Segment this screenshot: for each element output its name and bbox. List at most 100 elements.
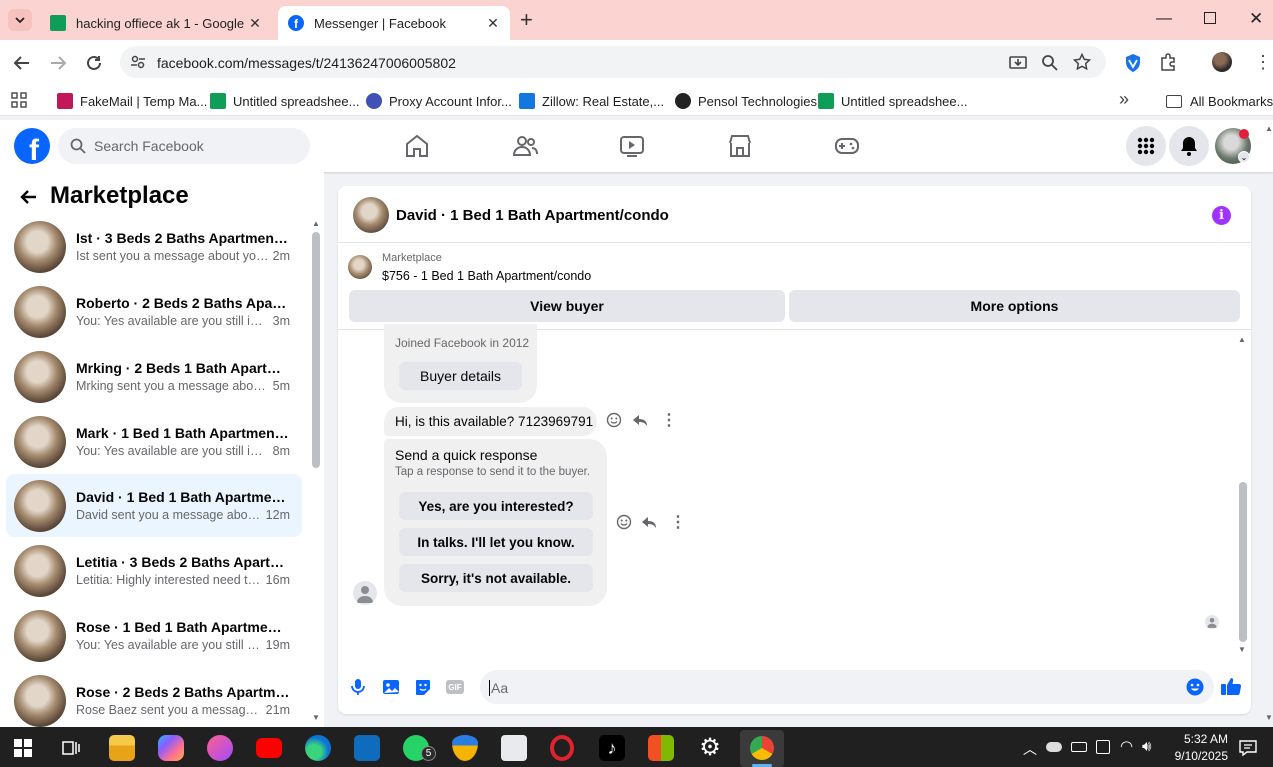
youtube-icon[interactable] [256, 738, 282, 758]
browser-menu-icon[interactable]: ⋮ [1254, 52, 1272, 72]
extensions-puzzle-icon[interactable] [1159, 53, 1177, 71]
wifi-icon[interactable]: ◠ [1120, 737, 1133, 755]
bookmark-item[interactable]: Pensol Technologies [675, 91, 817, 111]
facebook-logo[interactable]: f [14, 128, 50, 164]
back-icon[interactable] [13, 55, 31, 71]
photo-icon[interactable] [382, 678, 400, 696]
react-emoji-icon[interactable] [606, 412, 622, 428]
more-actions-icon[interactable]: ⋮ [670, 512, 686, 532]
listing-thumbnail[interactable] [348, 255, 372, 279]
zoom-icon[interactable] [1041, 54, 1059, 72]
all-bookmarks-button[interactable]: All Bookmarks [1166, 91, 1273, 111]
conversation-item[interactable]: Letitia · 3 Beds 2 Baths Apartme... Letit… [6, 539, 302, 602]
reply-icon[interactable] [641, 514, 657, 530]
page-scroll-down-arrow[interactable]: ▼ [1265, 713, 1273, 722]
more-bookmarks-button[interactable]: » [1119, 89, 1129, 110]
listing-title[interactable]: $756 - 1 Bed 1 Bath Apartment/condo [382, 269, 591, 283]
scroll-up-arrow[interactable]: ▲ [312, 219, 320, 228]
show-hidden-icons[interactable]: ︿ [1023, 739, 1037, 759]
account-chevron-icon[interactable]: ⌄ [1238, 151, 1250, 163]
settings-gear-icon[interactable]: ⚙ [697, 735, 723, 761]
info-button[interactable]: i [1212, 206, 1231, 225]
clock-date[interactable]: 9/10/2025 [1164, 749, 1228, 763]
forward-icon[interactable] [49, 55, 67, 71]
tab-search-button[interactable] [8, 9, 32, 31]
gaming-icon[interactable] [834, 133, 860, 159]
file-explorer-icon[interactable] [109, 735, 135, 761]
notifications-button[interactable] [1169, 126, 1209, 166]
profile-avatar[interactable] [1212, 52, 1232, 72]
more-actions-icon[interactable]: ⋮ [661, 410, 677, 430]
task-view-icon[interactable] [62, 739, 80, 757]
battery-icon[interactable] [1071, 742, 1087, 752]
clock-time[interactable]: 5:32 AM [1170, 732, 1228, 746]
new-tab-button[interactable]: + [520, 9, 533, 31]
apps-grid-icon[interactable] [11, 92, 27, 108]
back-arrow-icon[interactable] [19, 189, 37, 205]
browser-tab[interactable]: hacking offiece ak 1 - Google Sh ✕ [40, 6, 272, 40]
scroll-up-arrow[interactable]: ▲ [1238, 335, 1246, 344]
message-input[interactable] [480, 670, 1214, 704]
close-window-button[interactable]: ✕ [1249, 9, 1263, 29]
reply-icon[interactable] [632, 412, 648, 428]
like-thumbs-up-icon[interactable] [1220, 676, 1242, 696]
site-info-icon[interactable] [130, 54, 146, 70]
conversation-item[interactable]: Mark · 1 Bed 1 Bath Apartment/... You: Ye… [6, 410, 302, 473]
tiktok-icon[interactable]: ♪ [599, 735, 625, 761]
reload-icon[interactable] [85, 54, 103, 72]
react-emoji-icon[interactable] [616, 514, 632, 530]
bookmark-star-icon[interactable] [1073, 53, 1091, 71]
network-icon[interactable] [1096, 740, 1110, 754]
bookmark-item[interactable]: Untitled spreadshee... [818, 91, 967, 111]
url-text[interactable]: facebook.com/messages/t/2413624700600580… [157, 55, 456, 71]
install-app-icon[interactable] [1009, 54, 1027, 72]
more-options-button[interactable]: More options [789, 290, 1240, 322]
view-buyer-button[interactable]: View buyer [349, 290, 785, 322]
quick-response-button[interactable]: Yes, are you interested? [399, 492, 593, 520]
bookmark-item[interactable]: Untitled spreadshee... [210, 91, 359, 111]
conversation-item[interactable]: Rose · 1 Bed 1 Bath Apartment/c... You: Y… [6, 604, 302, 667]
chat-title[interactable]: David · 1 Bed 1 Bath Apartment/condo [396, 207, 669, 224]
chat-avatar[interactable] [353, 197, 389, 233]
volume-icon[interactable]: 🔊︎ [1142, 738, 1151, 755]
page-scroll-up-arrow[interactable]: ▲ [1265, 124, 1273, 133]
store-icon[interactable] [648, 735, 674, 761]
emoji-icon[interactable] [1186, 678, 1204, 696]
conversation-item[interactable]: Rose · 2 Beds 2 Baths Apartmen... Rose Ba… [6, 669, 302, 732]
microphone-icon[interactable] [350, 678, 366, 696]
friends-icon[interactable] [512, 133, 538, 159]
maximize-button[interactable] [1204, 12, 1216, 24]
sidebar-scrollbar[interactable] [312, 232, 320, 468]
minimize-button[interactable]: — [1156, 10, 1172, 28]
search-input[interactable]: Search Facebook [58, 128, 310, 164]
chat-scrollbar[interactable] [1239, 482, 1247, 642]
copilot-icon[interactable] [158, 735, 184, 761]
sticker-icon[interactable] [414, 678, 432, 696]
menu-button[interactable] [1126, 126, 1166, 166]
opera-icon[interactable] [550, 735, 574, 761]
shield-extension-icon[interactable] [1124, 53, 1142, 73]
scroll-down-arrow[interactable]: ▼ [1238, 645, 1246, 654]
bookmark-item[interactable]: Proxy Account Infor... [366, 91, 512, 111]
home-icon[interactable] [404, 133, 430, 159]
gif-button[interactable]: GIF [446, 680, 464, 694]
marketplace-icon[interactable] [727, 133, 753, 159]
conversation-item[interactable]: Ist · 3 Beds 2 Baths Apartment/c... Ist s… [6, 215, 302, 278]
notification-center-icon[interactable] [1239, 740, 1257, 756]
close-icon[interactable]: ✕ [486, 15, 500, 32]
buyer-details-button[interactable]: Buyer details [399, 362, 522, 390]
app-icon[interactable] [207, 735, 233, 761]
onedrive-icon[interactable] [1046, 742, 1062, 752]
browser-tab-active[interactable]: f Messenger | Facebook ✕ [278, 6, 510, 40]
conversation-item-selected[interactable]: David · 1 Bed 1 Bath Apartment/... David … [6, 474, 302, 537]
quick-response-button[interactable]: In talks. I'll let you know. [399, 528, 593, 556]
conversation-item[interactable]: Mrking · 2 Beds 1 Bath Apartme... Mrking … [6, 345, 302, 408]
outlook-icon[interactable] [354, 735, 380, 761]
quick-response-button[interactable]: Sorry, it's not available. [399, 564, 593, 592]
windows-start-icon[interactable] [14, 739, 32, 757]
scroll-down-arrow[interactable]: ▼ [312, 713, 320, 722]
bookmark-item[interactable]: FakeMail | Temp Ma... [57, 91, 207, 111]
app-icon[interactable] [501, 735, 527, 761]
edge-icon[interactable] [305, 735, 331, 761]
video-icon[interactable] [619, 133, 645, 159]
